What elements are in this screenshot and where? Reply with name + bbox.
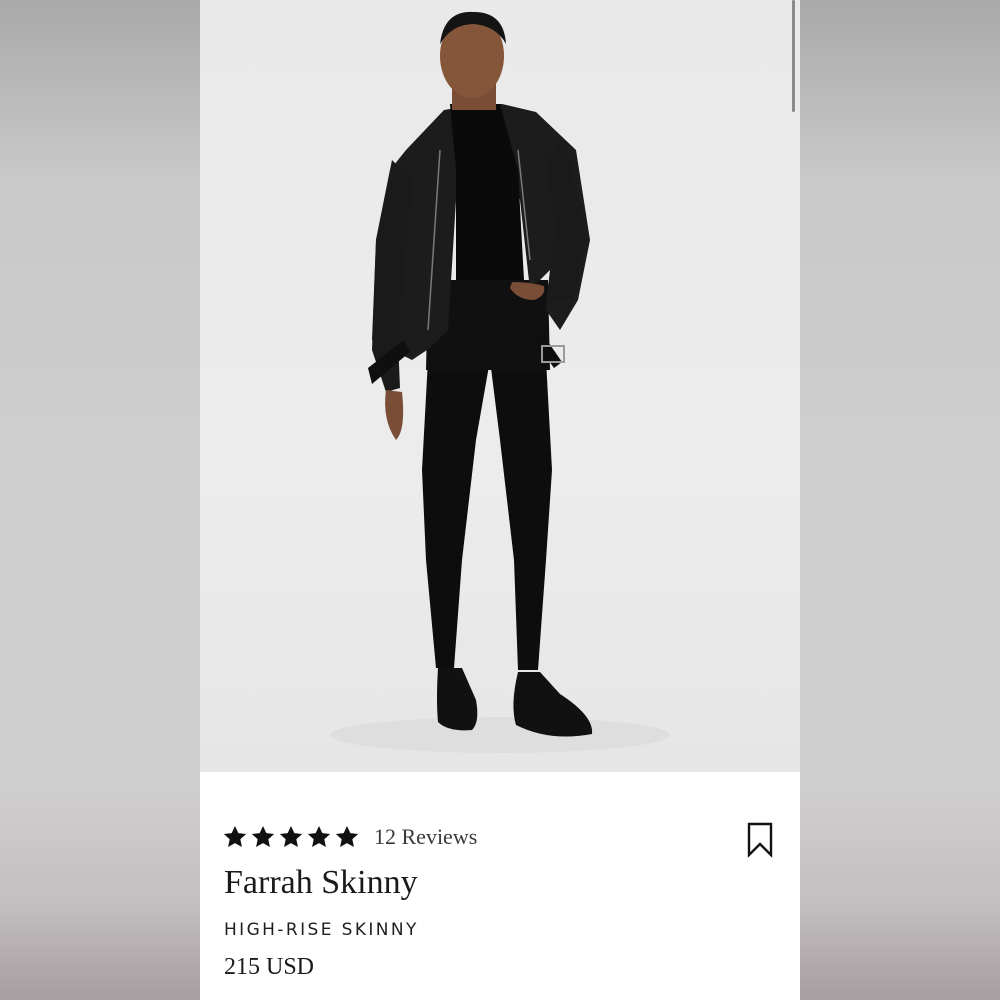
product-image[interactable] [200, 0, 800, 772]
model-illustration [330, 11, 670, 753]
scrollbar-thumb[interactable] [792, 0, 795, 112]
star-icon [307, 825, 331, 847]
product-info: 12 Reviews Farrah Skinny HIGH-RISE SKINN… [200, 772, 800, 1000]
left-blurred-background [0, 0, 200, 1000]
star-icon [335, 825, 359, 847]
right-blurred-background [800, 0, 1000, 1000]
star-icon [251, 825, 275, 847]
reviews-link[interactable]: 12 Reviews [374, 824, 477, 850]
rating-row[interactable]: 12 Reviews [222, 820, 477, 854]
product-subtitle: HIGH-RISE SKINNY [224, 920, 419, 940]
bookmark-icon[interactable] [746, 822, 774, 858]
star-icon [279, 825, 303, 847]
product-card[interactable]: 12 Reviews Farrah Skinny HIGH-RISE SKINN… [200, 0, 800, 1000]
product-title[interactable]: Farrah Skinny [224, 864, 418, 902]
star-icon [223, 825, 247, 847]
rating-stars[interactable] [222, 824, 360, 850]
product-price: 215 USD [224, 954, 315, 980]
